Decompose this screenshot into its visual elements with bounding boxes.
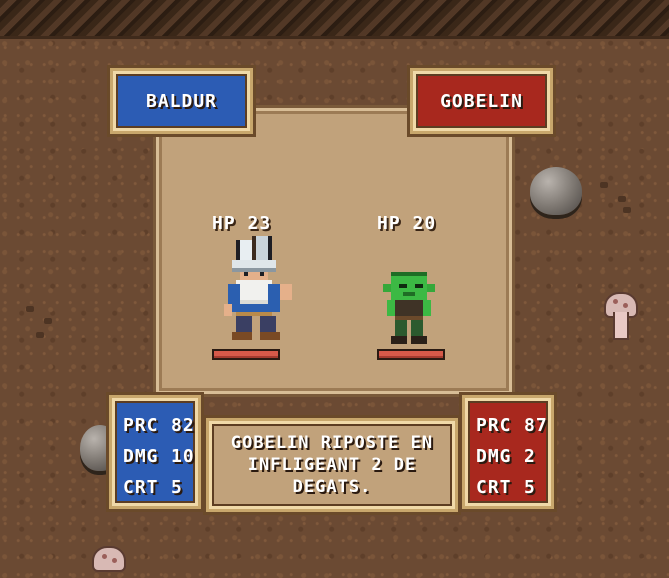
enemy-name: GOBELIN bbox=[440, 90, 523, 112]
player-hp-bar bbox=[212, 349, 280, 360]
battle-arena bbox=[153, 105, 515, 397]
pebble bbox=[623, 207, 631, 213]
player-stat-crt: CRT 5 bbox=[123, 477, 183, 498]
enemy-hp-bar bbox=[377, 349, 445, 360]
player-hp-fill bbox=[214, 351, 278, 358]
enemy-name-tag: GOBELIN bbox=[407, 65, 556, 137]
enemy-hp-label: HP 20 bbox=[377, 213, 437, 234]
goblin-sprite bbox=[383, 272, 435, 344]
pebble bbox=[600, 182, 608, 188]
dwarf-warrior-sprite bbox=[224, 236, 292, 340]
player-name-tag: BALDUR bbox=[107, 65, 256, 137]
combat-message: GOBELIN RIPOSTE EN INFLIGEANT 2 DE DEGAT… bbox=[230, 433, 434, 497]
pebble bbox=[618, 196, 626, 202]
enemy-stat-crt: CRT 5 bbox=[476, 477, 536, 498]
player-stats-panel: PRC 82 DMG 10 CRT 5 bbox=[106, 392, 204, 512]
pebble bbox=[36, 332, 44, 338]
enemy-stat-dmg: DMG 2 bbox=[476, 446, 536, 467]
player-name: BALDUR bbox=[145, 90, 218, 112]
pebble bbox=[44, 318, 52, 324]
player-stat-dmg: DMG 10 bbox=[123, 446, 195, 467]
enemy-hp-fill bbox=[379, 351, 443, 358]
mushroom-right bbox=[604, 292, 638, 350]
mushroom-bottom bbox=[92, 546, 126, 578]
player-hp-label: HP 23 bbox=[212, 213, 272, 234]
enemy-stats-panel: PRC 87 DMG 2 CRT 5 bbox=[459, 392, 557, 512]
player-stat-prc: PRC 82 bbox=[123, 415, 195, 436]
combat-message-box[interactable]: GOBELIN RIPOSTE EN INFLIGEANT 2 DE DEGAT… bbox=[203, 415, 461, 515]
cave-wall bbox=[0, 0, 669, 39]
pebble bbox=[26, 306, 34, 312]
enemy-stat-prc: PRC 87 bbox=[476, 415, 548, 436]
rock-right bbox=[530, 167, 582, 215]
